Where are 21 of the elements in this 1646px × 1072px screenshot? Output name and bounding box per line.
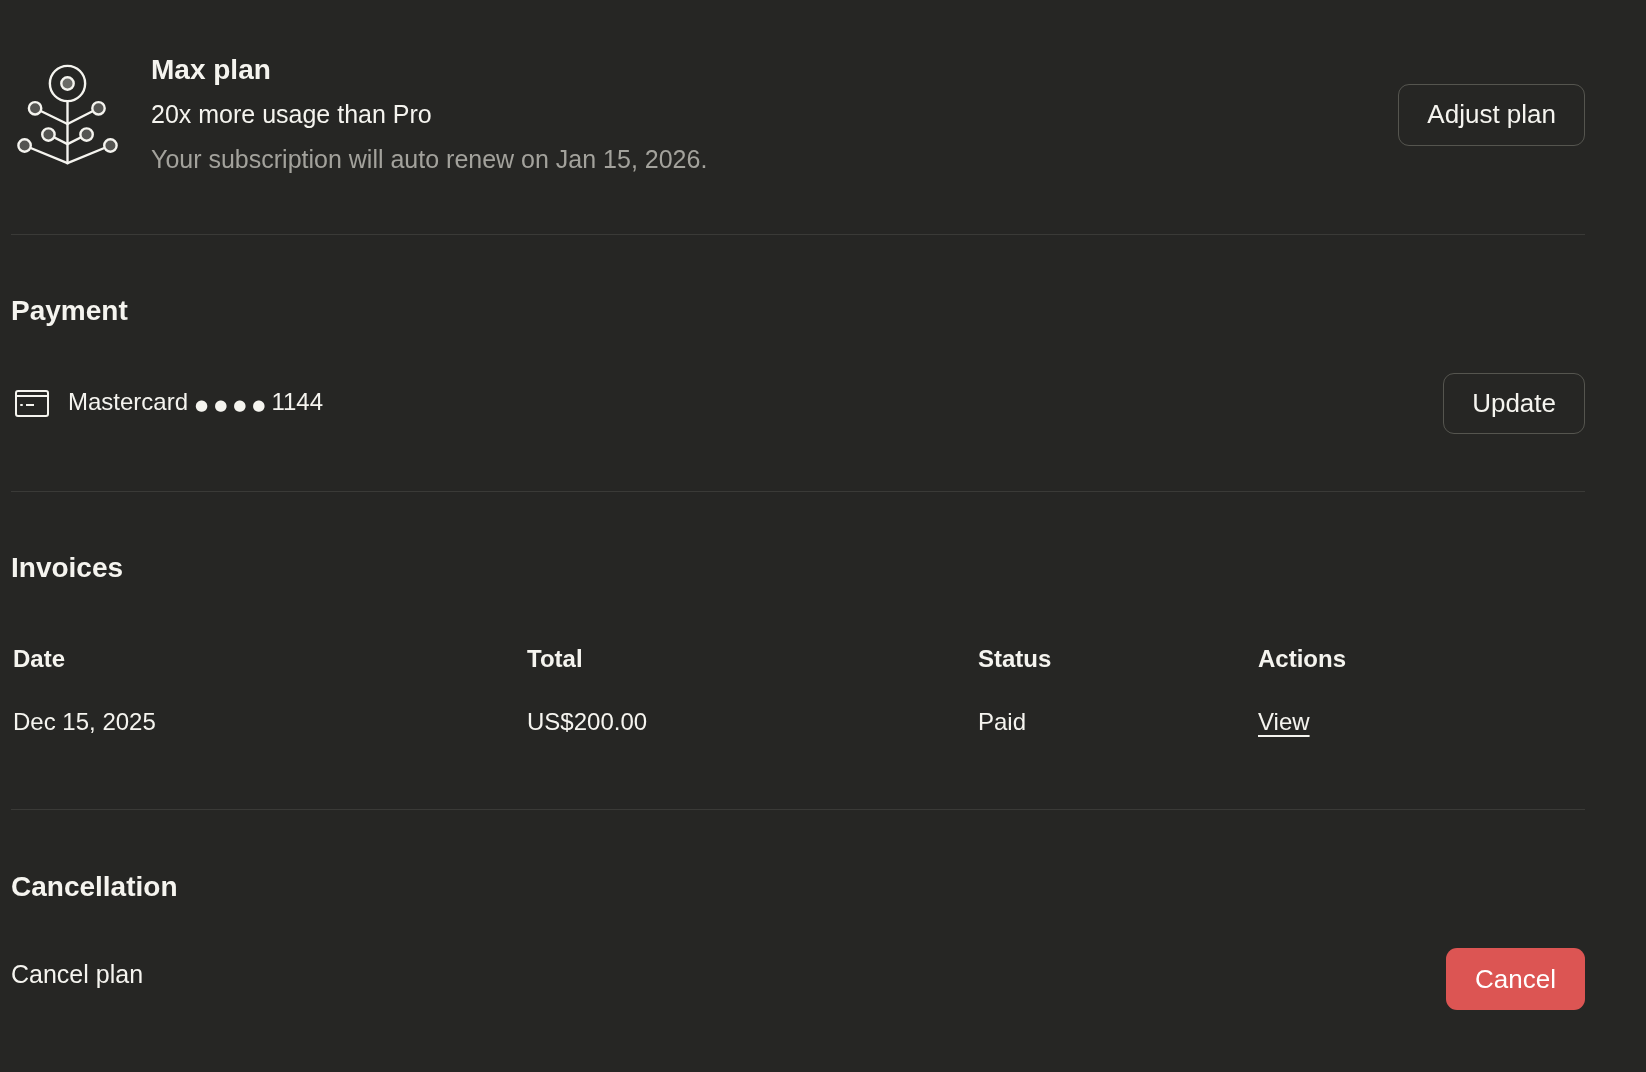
cancel-button[interactable]: Cancel: [1446, 948, 1585, 1010]
cancel-plan-label: Cancel plan: [11, 959, 144, 990]
table-cell: US$200.00: [527, 708, 648, 735]
plan-tagline: 20x more usage than Pro: [151, 99, 432, 130]
table-cell: Paid: [978, 708, 1027, 735]
column-header: Total: [527, 645, 583, 672]
branching-tree-icon: [16, 63, 119, 166]
adjust-plan-button[interactable]: Adjust plan: [1398, 83, 1585, 146]
column-header: Status: [978, 645, 1052, 672]
renewal-note: Your subscription will auto renew on Jan 15, 2026.: [151, 144, 708, 175]
column-header: Actions: [1258, 645, 1346, 672]
table-cell: Dec 15, 2025: [13, 708, 156, 735]
section-heading: Invoices: [11, 551, 124, 585]
plan-name: Max plan: [151, 53, 271, 87]
section-heading: Cancellation: [11, 870, 178, 904]
credit-card-icon: [15, 390, 49, 417]
column-header: Date: [13, 645, 66, 672]
view-link[interactable]: View: [1258, 708, 1310, 735]
update-button[interactable]: Update: [1443, 373, 1585, 434]
section-heading: Payment: [11, 294, 128, 328]
card-label: Mastercard ●●●●1144: [68, 387, 323, 417]
